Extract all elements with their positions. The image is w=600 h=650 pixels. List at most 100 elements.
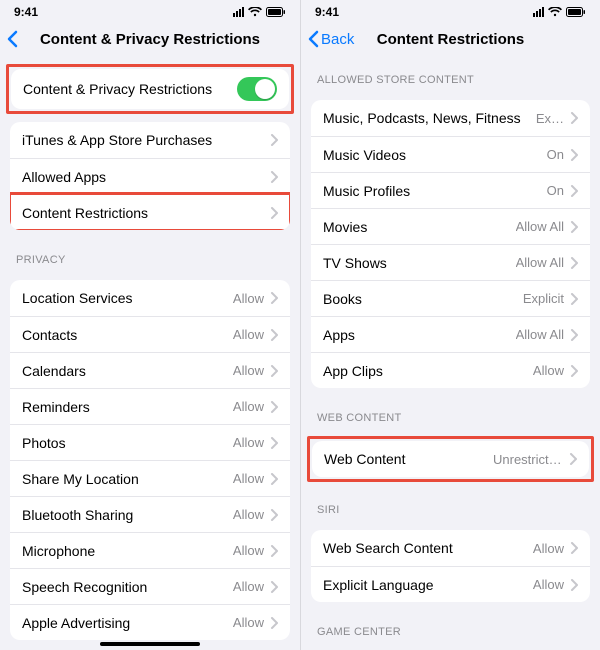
chevron-left-icon [6,30,18,48]
row-value: Allow All [516,219,564,234]
chevron-right-icon [570,149,578,161]
row-label: Books [323,291,523,307]
row-value: Unrestricted [493,452,563,467]
section-header-siri: Siri [301,488,600,522]
row-value: Allow [233,399,264,414]
privacy-row[interactable]: Speech RecognitionAllow [10,568,290,604]
back-label: Back [321,31,354,48]
row-value: Allow [533,363,564,378]
chevron-right-icon [570,293,578,305]
row-label: Calendars [22,363,233,379]
status-bar: 9:41 [301,0,600,20]
nav-bar: Content & Privacy Restrictions [0,20,300,58]
scroll-content: Content & Privacy Restrictions iTunes & … [0,58,300,650]
privacy-row[interactable]: Bluetooth SharingAllow [10,496,290,532]
chevron-right-icon [570,221,578,233]
chevron-right-icon [569,453,577,465]
allowed-store-row[interactable]: Music VideosOn [311,136,590,172]
row-label: Share My Location [22,471,233,487]
row-value: On [547,183,564,198]
battery-icon [266,7,286,17]
privacy-row[interactable]: RemindersAllow [10,388,290,424]
chevron-right-icon [270,329,278,341]
row-value: Allow [533,541,564,556]
chevron-right-icon [270,581,278,593]
row-label: Photos [22,435,233,451]
allowed-store-row[interactable]: Music, Podcasts, News, FitnessEx… [311,100,590,136]
row-value: On [547,147,564,162]
row-itunes-purchases[interactable]: iTunes & App Store Purchases [10,122,290,158]
group-store-settings: iTunes & App Store Purchases Allowed App… [10,122,290,230]
row-label: Music, Podcasts, News, Fitness [323,110,536,126]
row-value: Allow All [516,327,564,342]
chevron-right-icon [270,365,278,377]
privacy-row[interactable]: PhotosAllow [10,424,290,460]
chevron-right-icon [570,365,578,377]
chevron-right-icon [270,437,278,449]
row-value: Allow [533,577,564,592]
toggle-label: Content & Privacy Restrictions [23,81,237,97]
siri-row[interactable]: Web Search ContentAllow [311,530,590,566]
privacy-row[interactable]: Share My LocationAllow [10,460,290,496]
privacy-row[interactable]: Apple AdvertisingAllow [10,604,290,640]
row-label: Movies [323,219,516,235]
row-label: Music Videos [323,147,547,163]
back-button[interactable]: Back [307,30,354,48]
allowed-store-row[interactable]: App ClipsAllow [311,352,590,388]
row-label: Explicit Language [323,577,533,593]
status-time: 9:41 [14,5,38,19]
privacy-row[interactable]: ContactsAllow [10,316,290,352]
row-value: Allow [233,507,264,522]
group-privacy: Location ServicesAllowContactsAllowCalen… [10,280,290,640]
row-label: Music Profiles [323,183,547,199]
chevron-right-icon [270,509,278,521]
chevron-right-icon [270,473,278,485]
allowed-store-row[interactable]: AppsAllow All [311,316,590,352]
siri-row[interactable]: Explicit LanguageAllow [311,566,590,602]
section-header-web: Web Content [301,396,600,430]
toggle-switch[interactable] [237,77,277,101]
callout-web-content: Web Content Unrestricted [307,436,594,482]
chevron-right-icon [570,542,578,554]
chevron-right-icon [270,134,278,146]
chevron-right-icon [570,329,578,341]
row-label: Speech Recognition [22,579,233,595]
chevron-right-icon [270,617,278,629]
allowed-store-row[interactable]: TV ShowsAllow All [311,244,590,280]
privacy-row[interactable]: CalendarsAllow [10,352,290,388]
allowed-store-row[interactable]: Music ProfilesOn [311,172,590,208]
row-allowed-apps[interactable]: Allowed Apps [10,158,290,194]
allowed-store-row[interactable]: MoviesAllow All [311,208,590,244]
row-value: Allow [233,615,264,630]
callout-toggle: Content & Privacy Restrictions [6,64,294,114]
row-value: Explicit [523,291,564,306]
chevron-right-icon [270,171,278,183]
row-label: Apps [323,327,516,343]
row-value: Ex… [536,111,564,126]
group-siri: Web Search ContentAllowExplicit Language… [311,530,590,602]
row-value: Allow [233,579,264,594]
home-indicator [100,642,200,646]
page-title: Content & Privacy Restrictions [40,31,260,48]
row-value: Allow [233,291,264,306]
allowed-store-row[interactable]: BooksExplicit [311,280,590,316]
back-button[interactable] [6,30,20,48]
section-header-game-center: Game Center [301,610,600,644]
row-value: Allow All [516,255,564,270]
row-content-restrictions[interactable]: Content Restrictions [10,194,290,230]
row-value: Allow [233,327,264,342]
row-toggle-restrictions[interactable]: Content & Privacy Restrictions [11,69,289,109]
privacy-row[interactable]: Location ServicesAllow [10,280,290,316]
chevron-right-icon [570,579,578,591]
row-web-content[interactable]: Web Content Unrestricted [312,441,589,477]
row-label: TV Shows [323,255,516,271]
group-allowed-store: Music, Podcasts, News, FitnessEx…Music V… [311,100,590,388]
section-header-allowed-store: Allowed Store Content [301,58,600,92]
nav-bar: Back Content Restrictions [301,20,600,58]
status-indicators [533,7,586,17]
privacy-row[interactable]: MicrophoneAllow [10,532,290,568]
signal-icon [533,7,544,17]
status-bar: 9:41 [0,0,300,20]
row-label: Contacts [22,327,233,343]
pane-content-restrictions: 9:41 Back Content Restrictions Allowed S… [300,0,600,650]
